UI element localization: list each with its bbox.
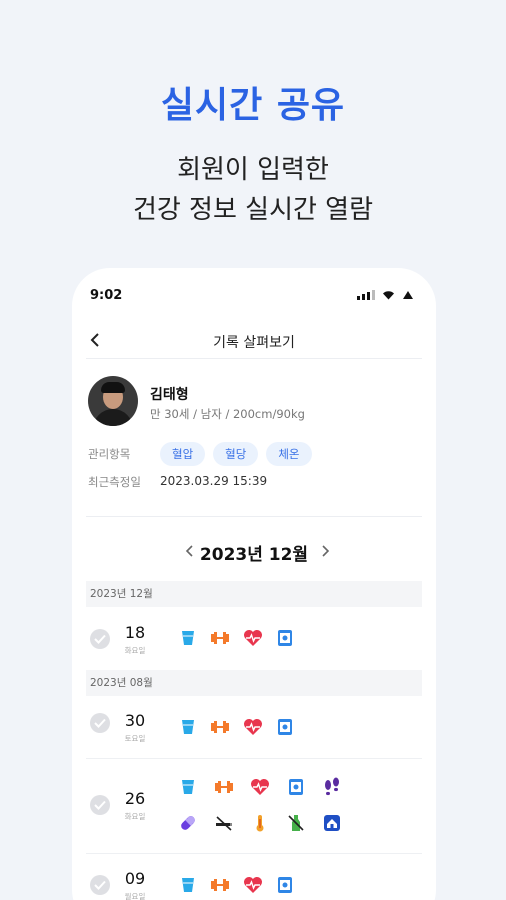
heart-rate-icon (250, 777, 270, 797)
dumbbell-icon (210, 628, 230, 648)
status-time: 9:02 (90, 288, 123, 303)
heart-rate-icon (243, 628, 263, 648)
entry-day: 18 (124, 623, 146, 642)
avatar (88, 376, 138, 426)
square-dot-icon (275, 717, 295, 737)
manage-tags: 혈압 혈당 체온 (160, 442, 312, 466)
promo-subtitle-line1: 회원이 입력한 (177, 155, 329, 185)
footprints-icon (322, 777, 342, 797)
tag-blood-sugar: 혈당 (213, 442, 259, 466)
dumbbell-icon (210, 717, 230, 737)
entry-weekday: 토요일 (124, 734, 146, 743)
month-title: 2023년 12월 (199, 545, 309, 565)
record-entry-26[interactable]: 26 화요일 (86, 759, 422, 853)
dumbbell-icon (214, 777, 234, 797)
water-cup-icon (178, 875, 198, 895)
page-title: 기록 살펴보기 (213, 335, 295, 351)
check-icon[interactable] (90, 713, 110, 733)
pill-icon (178, 813, 198, 833)
thermometer-icon (250, 813, 270, 833)
profile-info: 만 30세 / 남자 / 200cm/90kg (150, 407, 305, 421)
heart-rate-icon (243, 717, 263, 737)
home-icon (322, 813, 342, 833)
profile-name: 김태형 (150, 387, 189, 403)
battery-icon (403, 291, 413, 299)
square-dot-icon (286, 777, 306, 797)
entry-day: 09 (124, 869, 146, 888)
record-entry-18[interactable]: 18 화요일 (86, 608, 422, 670)
square-dot-icon (275, 875, 295, 895)
check-icon[interactable] (90, 795, 110, 815)
entry-day: 30 (124, 711, 146, 730)
status-bar: 9:02 (72, 268, 436, 324)
check-icon[interactable] (90, 875, 110, 895)
record-entry-30[interactable]: 30 토요일 (86, 696, 422, 758)
no-smoking-icon (214, 813, 234, 833)
divider (86, 358, 422, 359)
section-header: 2023년 12월 (86, 581, 422, 607)
next-month-icon[interactable] (318, 544, 332, 558)
promo-subtitle-line2: 건강 정보 실시간 열람 (132, 195, 374, 225)
month-nav: 2023년 12월 (72, 538, 436, 568)
promo-title: 실시간 공유 (160, 85, 346, 126)
entry-weekday: 화요일 (124, 646, 146, 655)
divider (86, 516, 422, 517)
check-icon[interactable] (90, 629, 110, 649)
no-drink-icon (286, 813, 306, 833)
promo-subtitle: 회원이 입력한 건강 정보 실시간 열람 (0, 150, 506, 230)
record-entry-09[interactable]: 09 월요일 (86, 854, 422, 900)
water-cup-icon (178, 628, 198, 648)
entry-weekday: 월요일 (124, 892, 146, 900)
wifi-icon (383, 291, 394, 300)
water-cup-icon (178, 777, 198, 797)
entry-weekday: 화요일 (124, 812, 146, 821)
signal-icon (357, 290, 375, 300)
tag-blood-pressure: 혈압 (160, 442, 206, 466)
section-header: 2023년 08월 (86, 670, 422, 696)
tag-temperature: 체온 (266, 442, 312, 466)
heart-rate-icon (243, 875, 263, 895)
recent-label: 최근측정일 (88, 475, 141, 489)
water-cup-icon (178, 717, 198, 737)
manage-label: 관리항목 (88, 447, 131, 461)
nav-bar: 기록 살펴보기 (72, 324, 436, 358)
dumbbell-icon (210, 875, 230, 895)
square-dot-icon (275, 628, 295, 648)
entry-day: 26 (124, 789, 146, 808)
phone-frame: 9:02 기록 살펴보기 김태형 만 30세 / 남자 / 200cm/90kg… (72, 268, 436, 900)
recent-value: 2023.03.29 15:39 (160, 474, 268, 488)
status-icons (357, 290, 414, 300)
